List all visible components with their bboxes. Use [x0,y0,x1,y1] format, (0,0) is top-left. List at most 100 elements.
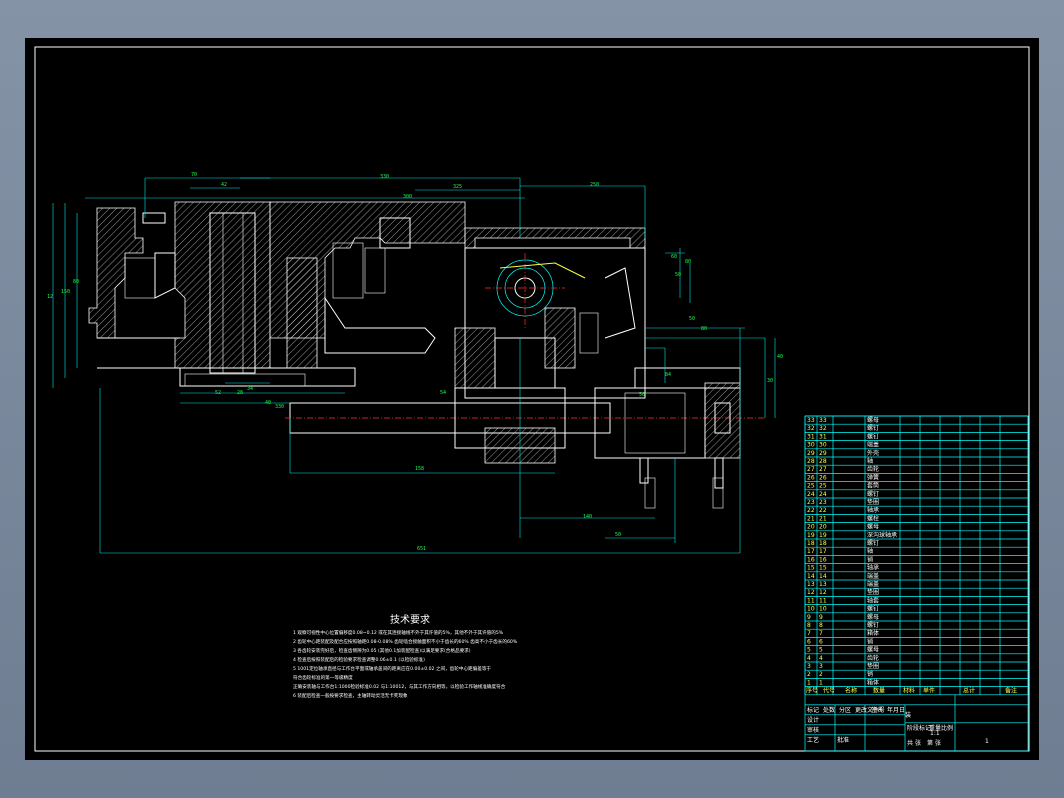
part-name: 外壳 [867,449,879,457]
parts-header: 数量 [873,687,885,695]
title-label: 分区 [839,706,851,714]
part-code: 2 [819,671,823,678]
tech-item: 1 观察可视性中心位置偏移度0.08~0.12 或在其连接轴线不外于其许值的5%… [293,629,504,636]
title-label: 阶段标记 [907,724,931,732]
part-code: 6 [819,638,823,645]
svg-text:50: 50 [675,272,681,278]
tech-item: 6 装配后检查一般按要求检查，主轴转动灵活无卡死现象 [293,692,408,699]
part-code: 19 [819,532,827,539]
part-name: 轴承 [867,564,879,572]
part-code: 12 [819,589,827,596]
svg-text:80: 80 [685,259,691,265]
part-name: 螺钉 [867,605,879,613]
left-housing [88,201,466,387]
part-name: 销 [867,555,873,563]
parts-header: 代号 [823,687,835,695]
title-label: 第 [927,739,933,747]
tech-item: 符合齿轮标准的第一等级精度 [293,674,353,681]
part-number: 32 [807,425,815,432]
part-number: 1 [807,679,811,686]
svg-text:50: 50 [689,316,695,322]
part-code: 32 [819,425,827,432]
svg-text:28: 28 [237,390,243,396]
part-name: 箱体 [867,629,879,637]
title-label: 共 [907,739,913,747]
part-code: 15 [819,565,827,572]
part-number: 7 [807,630,811,637]
part-name: 螺栓 [867,514,879,522]
part-number: 12 [807,589,815,596]
part-name: 轴承 [867,506,879,514]
part-name: 螺钉 [867,424,879,432]
svg-text:42: 42 [221,182,227,188]
tech-item: 正确安装轴与工作台1:1000检验标准0.02 与1:10012，与其工作方向相… [293,683,506,690]
part-code: 8 [819,622,823,629]
part-code: 9 [819,614,823,621]
parts-header: 序号 [806,687,818,695]
part-name: 螺钉 [867,432,879,440]
svg-text:325: 325 [453,184,462,190]
part-code: 20 [819,524,827,531]
part-number: 24 [807,491,815,498]
parts-header: 名称 [845,687,857,695]
parts-header: 总计 [963,687,975,695]
part-code: 10 [819,606,827,613]
title-label: 工艺 [807,736,819,744]
part-name: 轴套 [867,596,879,604]
svg-text:40: 40 [265,400,271,406]
part-number: 11 [807,597,815,604]
svg-text:50: 50 [615,532,621,538]
part-name: 销 [867,670,873,678]
part-code: 29 [819,450,827,457]
part-number: 18 [807,540,815,547]
part-number: 16 [807,556,815,563]
svg-text:80: 80 [701,326,707,332]
part-name: 轴 [867,547,873,555]
tech-item: 2 齿轮中心距装配及配合应按照轴距0.08-0.08% 齿轮啮合接触面积不小于齿… [293,638,518,645]
title-label: 年月日 [887,706,905,714]
part-number: 21 [807,515,815,522]
part-number: 5 [807,647,811,654]
svg-text:250: 250 [590,182,599,188]
part-number: 14 [807,573,815,580]
part-name: 弹簧 [867,473,879,481]
part-name: 端盖 [867,572,879,580]
part-number: 20 [807,524,815,531]
svg-text:140: 140 [583,514,592,520]
part-name: 垫圈 [867,498,879,506]
part-number: 15 [807,565,815,572]
title-label: 签名 [871,706,883,714]
part-number: 25 [807,483,815,490]
part-number: 8 [807,622,811,629]
part-name: 垫圈 [867,588,879,596]
part-name: 垫圈 [867,662,879,670]
svg-text:54: 54 [440,390,446,396]
part-number: 23 [807,499,815,506]
part-number: 19 [807,532,815,539]
drawing-canvas: 70 42 330 325 250 300 12 150 80 330 52 2… [25,38,1039,760]
svg-text:52: 52 [215,390,221,396]
part-name: 螺钉 [867,539,879,547]
part-code: 14 [819,573,827,580]
tech-item: 3 各齿轮安装完好后，检查齿侧隙为0.05 (其他0.1加装配检查)以满足要求(… [293,647,471,654]
part-number: 33 [807,417,815,424]
cad-drawing: 70 42 330 325 250 300 12 150 80 330 52 2… [34,46,1030,752]
title-label: 张 [915,739,921,747]
part-code: 18 [819,540,827,547]
svg-text:330: 330 [275,404,284,410]
part-name: 端盖 [867,580,879,588]
tech-requirements: 技术要求 1 观察可视性中心位置偏移度0.08~0.12 或在其连接轴线不外于其… [293,613,518,699]
parts-list: 33 33 螺母32 32 螺钉31 31 螺钉30 30 端盖29 29 外壳28 28 轴27 27 齿… [804,415,1029,752]
title-label: 标记 [807,706,819,714]
part-number: 31 [807,433,815,440]
tech-title: 技术要求 [390,613,430,626]
title-label: 处数 [823,706,835,714]
tech-item: 4 检查后按照装配后的检验要求检查调整0.06±0.1 (以检验标准) [293,656,425,663]
svg-text:158: 158 [415,466,424,472]
tech-item: 5 1001定位轴承直径与工作台平面或轴承盖间的距离应在0.00±0.02 之间… [293,665,491,672]
part-code: 7 [819,630,823,637]
title-label: 张 [935,739,941,747]
part-name: 螺母 [867,613,879,621]
part-code: 28 [819,458,827,465]
part-code: 31 [819,433,827,440]
